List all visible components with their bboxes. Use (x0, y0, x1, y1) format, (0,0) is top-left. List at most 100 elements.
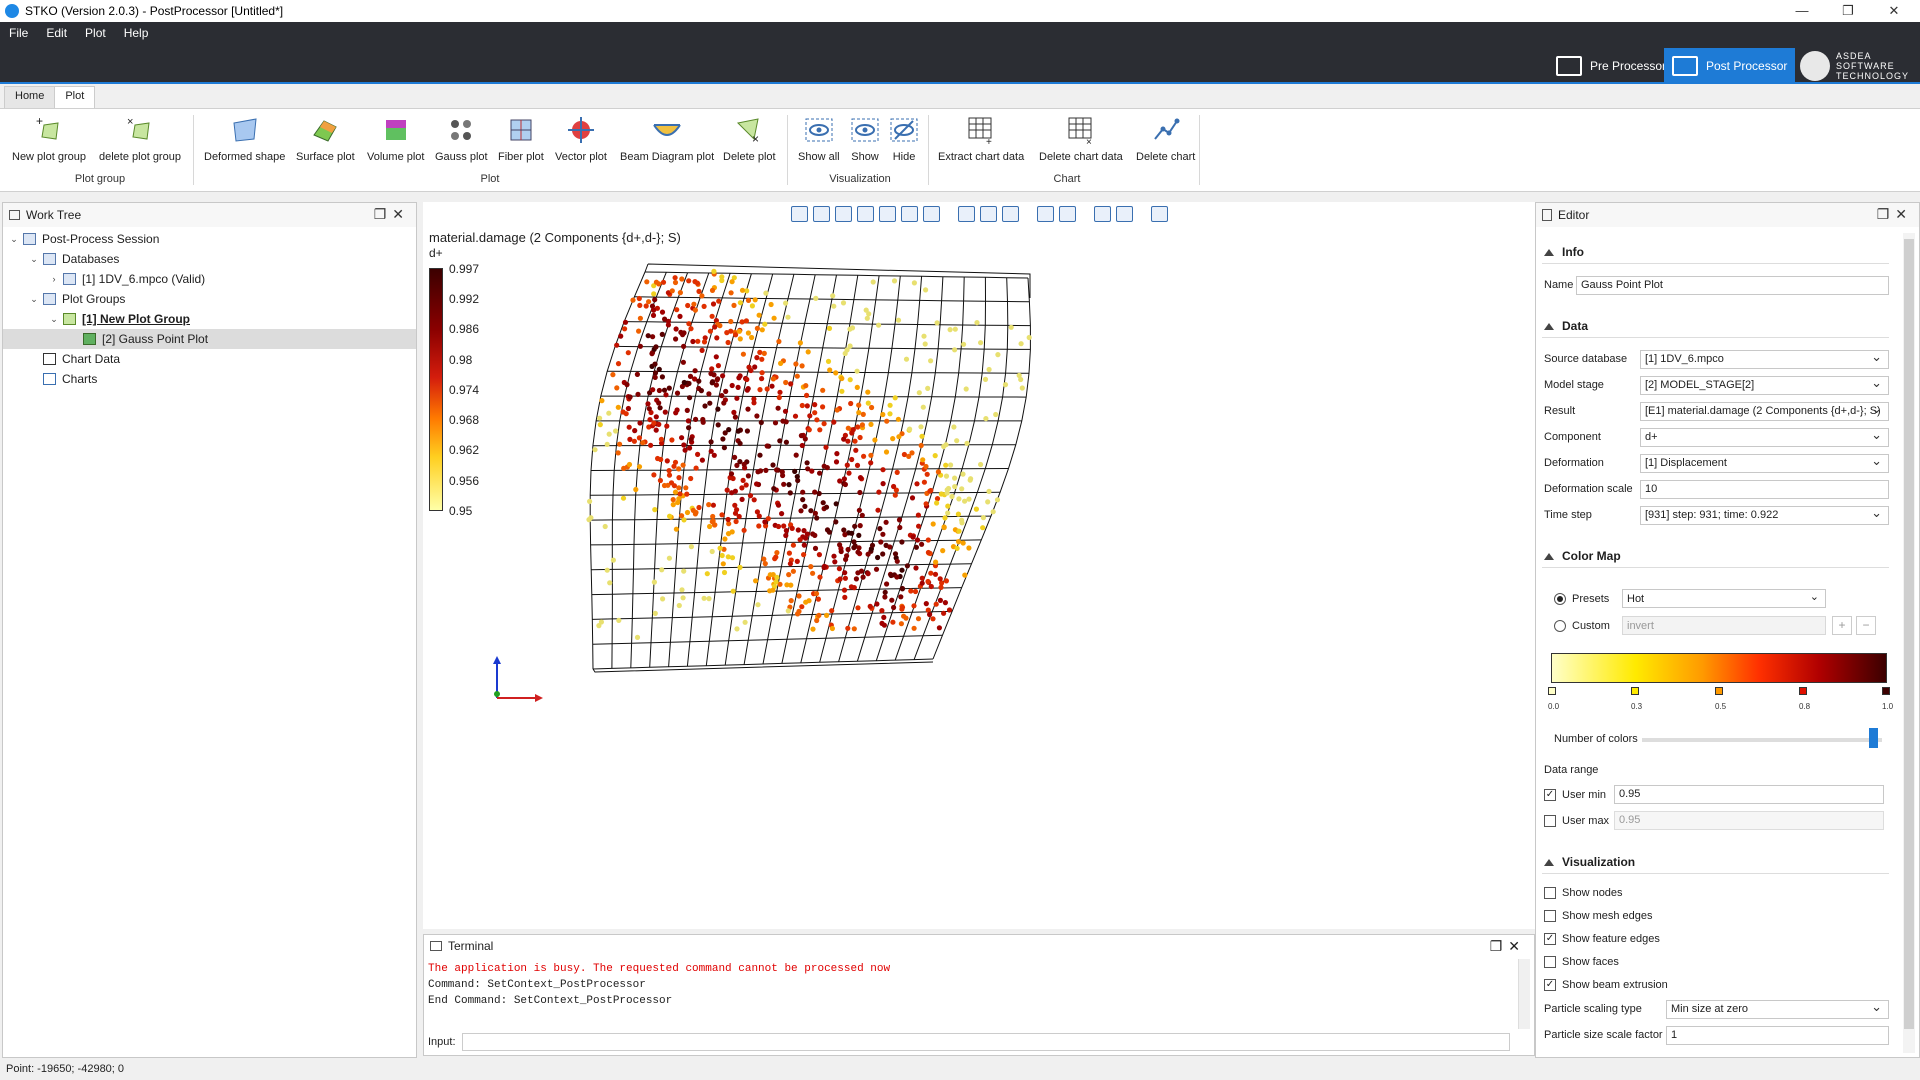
accent-line (0, 82, 1920, 84)
editor-panel-buttons[interactable]: ❐✕ (1877, 206, 1913, 223)
hide-button[interactable]: Hide (889, 115, 919, 163)
field-label: Model stage (1544, 379, 1604, 391)
custom-select[interactable]: invert (1622, 616, 1826, 635)
colormap-stop[interactable] (1631, 687, 1639, 695)
show-mesh-edges-checkbox[interactable] (1544, 910, 1556, 922)
colormap-stop[interactable] (1799, 687, 1807, 695)
show-faces-row[interactable]: Show faces (1544, 956, 1619, 968)
add-color-button[interactable]: + (1832, 616, 1852, 635)
show-button[interactable]: Show (850, 115, 880, 163)
custom-radio[interactable]: Custom (1554, 619, 1622, 632)
presets-select[interactable]: Hot ⌄ (1622, 589, 1826, 608)
post-processor-button[interactable]: Post Processor (1664, 48, 1796, 84)
tree-item-new-plot-group[interactable]: ⌄ [1] New Plot Group (3, 309, 416, 329)
delete-plot-group-label: delete plot group (99, 151, 181, 163)
show-feature-edges-row[interactable]: ✓ Show feature edges (1544, 933, 1660, 945)
show-label: Show (851, 151, 879, 163)
deformed-shape-button[interactable]: Deformed shape (204, 115, 285, 163)
extract-chart-data-icon: + (968, 117, 992, 145)
terminal-panel-buttons[interactable]: ❐✕ (1490, 938, 1526, 955)
show-beam-extrusion-row[interactable]: ✓ Show beam extrusion (1544, 979, 1668, 991)
fiber-plot-button[interactable]: Fiber plot (498, 115, 544, 163)
surface-plot-button[interactable]: Surface plot (296, 115, 355, 163)
show-faces-checkbox[interactable] (1544, 956, 1556, 968)
tree-label: [1] 1DV_6.mpco (Valid) (82, 272, 206, 286)
viewport-3d[interactable]: material.damage (2 Components {d+,d-}; S… (423, 202, 1535, 929)
pre-processor-label: Pre Processor (1590, 59, 1667, 73)
tab-plot[interactable]: Plot (54, 86, 96, 108)
tree-item-charts[interactable]: Charts (3, 369, 416, 389)
remove-color-button[interactable]: − (1856, 616, 1876, 635)
menu-plot[interactable]: Plot (76, 22, 115, 44)
tree-label: Charts (62, 372, 98, 386)
vector-plot-icon (567, 117, 594, 143)
colormap-stop[interactable] (1715, 687, 1723, 695)
user-max-checkbox[interactable] (1544, 814, 1556, 827)
maximize-button[interactable]: ❐ (1826, 0, 1870, 22)
show-feature-edges-checkbox[interactable]: ✓ (1544, 933, 1556, 945)
slider-handle[interactable] (1869, 728, 1878, 748)
beam-diagram-plot-button[interactable]: Beam Diagram plot (620, 115, 714, 163)
delete-chart-data-button[interactable]: × Delete chart data (1039, 115, 1123, 163)
delete-chart-icon (1153, 118, 1180, 140)
new-plot-group-button[interactable]: + New plot group (12, 115, 86, 163)
particle-size-field[interactable]: 1 (1666, 1025, 1889, 1045)
terminal-input-row: Input: (428, 1033, 1510, 1051)
component-select[interactable]: d+ (1640, 427, 1889, 447)
deformation-scale-field[interactable]: 10 (1640, 479, 1889, 499)
tab-home[interactable]: Home (4, 86, 56, 108)
editor-scrollbar[interactable] (1903, 233, 1915, 1053)
delete-plot-label: Delete plot (723, 151, 776, 163)
terminal-input[interactable] (461, 1033, 1510, 1051)
tree-item-chart-data[interactable]: Chart Data (3, 349, 416, 369)
show-mesh-edges-row[interactable]: Show mesh edges (1544, 910, 1653, 922)
particle-scaling-select[interactable]: Min size at zero (1666, 999, 1889, 1019)
presets-radio[interactable]: Presets (1554, 592, 1622, 605)
show-beam-extrusion-checkbox[interactable]: ✓ (1544, 979, 1556, 991)
source-database-row: Source database [1] 1DV_6.mpco (1544, 349, 1889, 369)
time-step-select[interactable]: [931] step: 931; time: 0.922 (1640, 505, 1889, 525)
user-min-field[interactable]: 0.95 (1614, 785, 1884, 804)
deformation-select[interactable]: [1] Displacement (1640, 453, 1889, 473)
minimize-button[interactable]: — (1780, 0, 1824, 22)
user-min-checkbox[interactable]: ✓ (1544, 788, 1556, 801)
colormap-stop[interactable] (1882, 687, 1890, 695)
show-nodes-row[interactable]: Show nodes (1544, 887, 1623, 899)
gauss-plot-button[interactable]: Gauss plot (435, 115, 488, 163)
delete-chart-button[interactable]: Delete chart (1136, 115, 1195, 163)
name-field[interactable]: Gauss Point Plot (1576, 275, 1889, 295)
visualization-section[interactable]: Visualization (1544, 855, 1635, 869)
tree-item-gauss-point-plot[interactable]: [2] Gauss Point Plot (3, 329, 416, 349)
delete-plot-button[interactable]: × Delete plot (723, 115, 776, 163)
presets-label: Presets (1572, 592, 1610, 605)
vector-plot-button[interactable]: Vector plot (555, 115, 607, 163)
show-all-button[interactable]: Show all (798, 115, 840, 163)
extract-chart-data-button[interactable]: + Extract chart data (938, 115, 1024, 163)
source-database-select[interactable]: [1] 1DV_6.mpco (1640, 349, 1889, 369)
terminal-scrollbar[interactable] (1518, 959, 1530, 1029)
info-section[interactable]: Info (1544, 245, 1584, 259)
colormap-stop[interactable] (1548, 687, 1556, 695)
show-nodes-checkbox[interactable] (1544, 887, 1556, 899)
tree-item-session[interactable]: ⌄ Post-Process Session (3, 229, 416, 249)
pre-processor-button[interactable]: Pre Processor (1548, 48, 1674, 84)
tree-item-plot-groups[interactable]: ⌄ Plot Groups (3, 289, 416, 309)
user-max-field[interactable]: 0.95 (1614, 811, 1884, 830)
data-section[interactable]: Data (1544, 319, 1588, 333)
close-window-button[interactable]: ✕ (1872, 0, 1916, 22)
colormap-gradient[interactable] (1551, 653, 1887, 683)
menu-file[interactable]: File (0, 22, 37, 44)
menu-help[interactable]: Help (115, 22, 158, 44)
tree-item-database-1[interactable]: › [1] 1DV_6.mpco (Valid) (3, 269, 416, 289)
volume-plot-button[interactable]: Volume plot (367, 115, 424, 163)
model-stage-select[interactable]: [2] MODEL_STAGE[2] (1640, 375, 1889, 395)
beam-diagram-plot-label: Beam Diagram plot (620, 151, 715, 163)
menu-edit[interactable]: Edit (37, 22, 76, 44)
color-map-section[interactable]: Color Map (1544, 549, 1621, 563)
panel-buttons[interactable]: ❐✕ (374, 206, 410, 223)
field-label: Deformation (1544, 457, 1604, 469)
delete-plot-group-button[interactable]: × delete plot group (99, 115, 181, 163)
tree-item-databases[interactable]: ⌄ Databases (3, 249, 416, 269)
number-of-colors-slider[interactable] (1642, 738, 1882, 742)
result-select[interactable]: [E1] material.damage (2 Components {d+,d… (1640, 401, 1889, 421)
